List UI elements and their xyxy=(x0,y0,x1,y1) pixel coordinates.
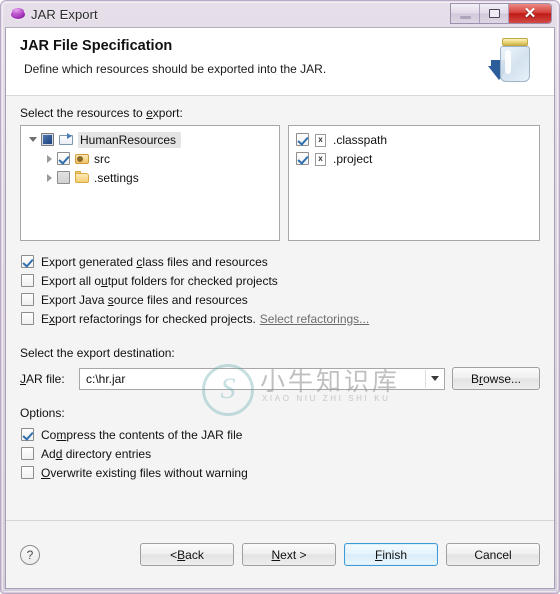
option-label: Export generated class files and resourc… xyxy=(41,254,268,269)
page-title: JAR File Specification xyxy=(20,38,173,54)
jar-export-window: JAR Export ✕ JAR File Specification Defi… xyxy=(0,0,560,594)
list-item[interactable]: x .project xyxy=(289,149,539,168)
jar-file-icon xyxy=(488,34,542,92)
add-directory-entries-checkbox[interactable]: Add directory entries xyxy=(20,444,540,463)
export-disc-icon xyxy=(11,7,25,21)
tree-row[interactable]: HumanResources xyxy=(21,130,279,149)
checkbox-box[interactable] xyxy=(21,312,34,325)
back-button[interactable]: < Back xyxy=(140,543,234,566)
checkbox-box[interactable] xyxy=(21,293,34,306)
dialog-client-area: JAR File Specification Define which reso… xyxy=(5,27,555,589)
jar-file-label: JAR file: xyxy=(20,371,65,386)
tree-row[interactable]: .settings xyxy=(21,168,279,187)
window-controls: ✕ xyxy=(450,3,552,24)
options-group: Options: Compress the contents of the JA… xyxy=(20,406,540,482)
resources-label: Select the resources to export: xyxy=(20,106,183,120)
checkbox-box[interactable] xyxy=(21,447,34,460)
expand-twisty-icon[interactable] xyxy=(27,134,39,146)
option-label: Compress the contents of the JAR file xyxy=(41,427,243,442)
resource-panes: HumanResources src .settings x .classpat… xyxy=(20,125,540,241)
file-label: .classpath xyxy=(333,132,388,147)
watermark-pinyin-text: XIAO NIU ZHI SHI KU xyxy=(262,394,391,403)
file-checkbox[interactable] xyxy=(296,133,309,146)
help-button[interactable]: ? xyxy=(20,544,40,565)
chevron-down-icon[interactable] xyxy=(425,369,443,388)
xml-file-icon: x xyxy=(313,133,329,147)
option-label: Export Java source files and resources xyxy=(41,292,248,307)
minimize-button[interactable] xyxy=(451,4,480,23)
finish-button[interactable]: Finish xyxy=(344,543,438,566)
option-label: Export all output folders for checked pr… xyxy=(41,273,278,288)
option-label: Export refactorings for checked projects… xyxy=(41,311,256,326)
tree-checkbox[interactable] xyxy=(57,152,70,165)
destination-label: Select the export destination: xyxy=(20,346,175,360)
project-folder-icon xyxy=(58,132,74,147)
title-bar[interactable]: JAR Export ✕ xyxy=(5,1,555,27)
expand-twisty-icon[interactable] xyxy=(43,153,55,165)
jar-file-value: c:\hr.jar xyxy=(86,371,126,386)
export-refactorings-checkbox[interactable]: Export refactorings for checked projects… xyxy=(20,309,540,328)
tree-label: src xyxy=(94,151,110,166)
window-title: JAR Export xyxy=(31,6,98,22)
checkbox-box[interactable] xyxy=(21,255,34,268)
file-checkbox[interactable] xyxy=(296,152,309,165)
option-label: Overwrite existing files without warning xyxy=(41,465,248,480)
tree-label: .settings xyxy=(94,170,139,185)
tree-checkbox[interactable] xyxy=(57,171,70,184)
export-all-output-folders-checkbox[interactable]: Export all output folders for checked pr… xyxy=(20,271,540,290)
package-folder-icon xyxy=(74,152,90,166)
resource-file-list[interactable]: x .classpath x .project xyxy=(288,125,540,241)
question-mark-icon: ? xyxy=(26,547,34,562)
xml-file-icon: x xyxy=(313,152,329,166)
maximize-button[interactable] xyxy=(480,4,509,23)
checkbox-box[interactable] xyxy=(21,428,34,441)
jar-file-row: JAR file: c:\hr.jar Br owse... xyxy=(20,367,540,390)
tree-checkbox[interactable] xyxy=(41,133,54,146)
list-item[interactable]: x .classpath xyxy=(289,130,539,149)
overwrite-existing-files-checkbox[interactable]: Overwrite existing files without warning xyxy=(20,463,540,482)
export-generated-class-files-checkbox[interactable]: Export generated class files and resourc… xyxy=(20,252,540,271)
export-java-source-files-checkbox[interactable]: Export Java source files and resources xyxy=(20,290,540,309)
folder-icon xyxy=(74,170,90,185)
destination-group: Select the export destination: JAR file:… xyxy=(20,346,540,390)
option-label: Add directory entries xyxy=(41,446,152,461)
page-description: Define which resources should be exporte… xyxy=(24,62,327,76)
select-refactorings-link[interactable]: Select refactorings... xyxy=(260,312,369,326)
compress-contents-checkbox[interactable]: Compress the contents of the JAR file xyxy=(20,425,540,444)
wizard-button-bar: ? < Back Next > Finish Cancel xyxy=(6,520,554,588)
checkbox-box[interactable] xyxy=(21,274,34,287)
close-icon: ✕ xyxy=(523,5,537,22)
close-button[interactable]: ✕ xyxy=(509,4,551,23)
tree-label: HumanResources xyxy=(78,131,182,148)
resource-tree[interactable]: HumanResources src .settings xyxy=(20,125,280,241)
wizard-banner: JAR File Specification Define which reso… xyxy=(6,28,554,96)
file-label: .project xyxy=(333,151,373,166)
browse-button[interactable]: Br owse... xyxy=(452,367,540,390)
next-button[interactable]: Next > xyxy=(242,543,336,566)
checkbox-box[interactable] xyxy=(21,466,34,479)
options-label: Options: xyxy=(20,406,65,420)
tree-row[interactable]: src xyxy=(21,149,279,168)
cancel-button[interactable]: Cancel xyxy=(446,543,540,566)
expand-twisty-icon[interactable] xyxy=(43,172,55,184)
export-options-group: Export generated class files and resourc… xyxy=(20,252,540,328)
jar-file-input[interactable]: c:\hr.jar xyxy=(79,367,445,390)
wizard-body: Select the resources to export: HumanRes… xyxy=(6,96,554,521)
